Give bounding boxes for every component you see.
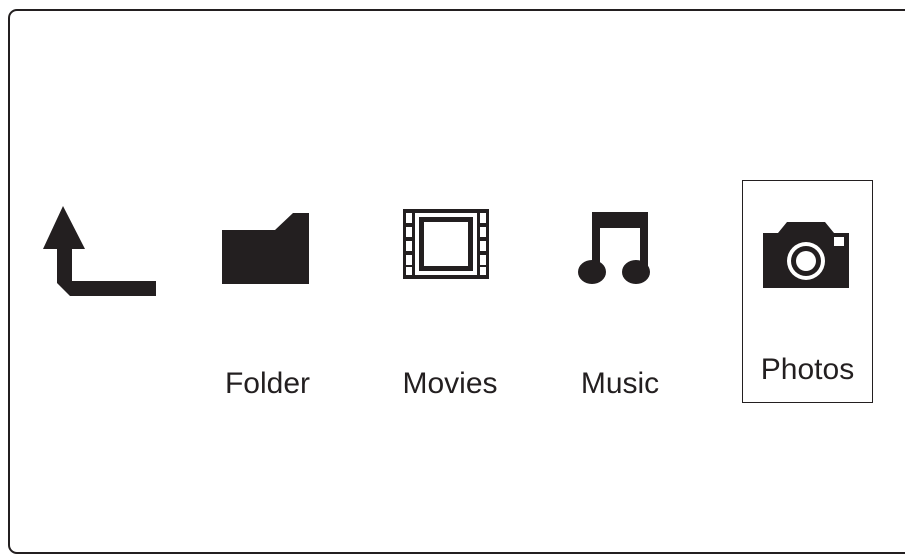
folder-button[interactable]: Folder bbox=[205, 195, 330, 399]
photos-button[interactable]: Photos bbox=[742, 180, 873, 403]
movies-button[interactable]: Movies bbox=[380, 195, 520, 399]
music-label: Music bbox=[580, 367, 660, 400]
movies-label: Movies bbox=[402, 367, 498, 400]
back-button[interactable] bbox=[30, 195, 170, 315]
photos-label: Photos bbox=[760, 353, 855, 386]
back-arrow-icon bbox=[43, 206, 156, 296]
music-button[interactable]: Music bbox=[560, 195, 680, 399]
folder-label: Folder bbox=[224, 367, 311, 400]
camera-icon bbox=[762, 221, 849, 288]
film-strip-icon bbox=[403, 209, 489, 279]
folder-icon bbox=[222, 213, 309, 284]
music-note-icon bbox=[578, 212, 650, 284]
